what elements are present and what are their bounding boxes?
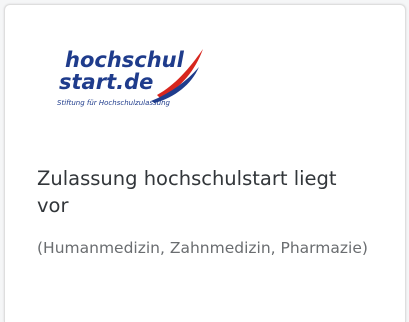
logo-line2: start.de	[59, 70, 153, 94]
logo-tagline: Stiftung für Hochschulzulassung	[57, 99, 171, 107]
hochschulstart-logo: hochschul start.de Stiftung für Hochschu…	[53, 45, 213, 117]
tile-title: Zulassung hochschulstart liegt vor	[37, 167, 337, 217]
hochschulstart-tile[interactable]: hochschul start.de Stiftung für Hochschu…	[4, 4, 406, 322]
logo-line1: hochschul	[65, 48, 185, 72]
tile-subtitle: (Humanmedizin, Zahnmedizin, Pharmazie)	[37, 239, 368, 257]
launchpad-page: hochschul start.de Stiftung für Hochschu…	[0, 0, 409, 322]
